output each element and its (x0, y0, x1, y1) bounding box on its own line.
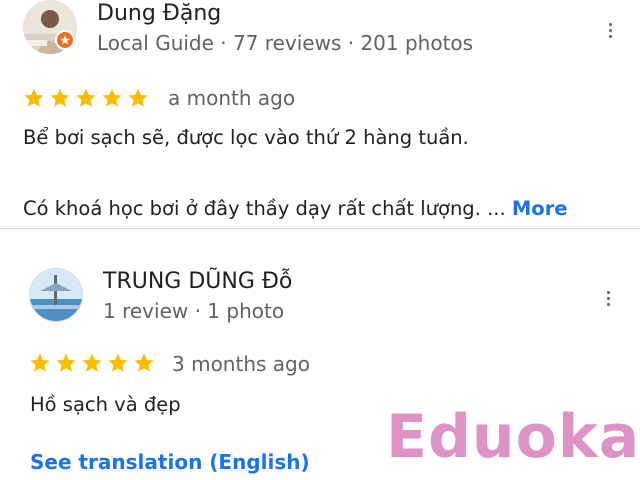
review-card: Dung Đặng Local Guide · 77 reviews · 201… (0, 0, 640, 228)
avatar[interactable] (29, 268, 83, 322)
reviewer-name[interactable]: Dung Đặng (97, 1, 221, 26)
star-icon (108, 353, 128, 372)
star-icon (76, 88, 96, 107)
reviewer-meta: 1 review · 1 photo (103, 299, 285, 323)
review-card: TRUNG DŨNG Đỗ 1 review · 1 photo 3 month… (0, 229, 640, 480)
star-icon (56, 353, 76, 372)
review-time: a month ago (168, 86, 296, 110)
star-rating (23, 87, 149, 109)
star-icon (24, 88, 44, 107)
review-text-excerpt: Có khoá học bơi ở đây thầy dạy rất chất … (23, 197, 506, 220)
see-translation-link[interactable]: See translation (English) (30, 450, 310, 474)
review-text: Bể bơi sạch sẽ, được lọc vào thứ 2 hàng … (23, 126, 469, 149)
reviewer-meta: Local Guide · 77 reviews · 201 photos (97, 31, 474, 55)
reviewer-name[interactable]: TRUNG DŨNG Đỗ (103, 269, 292, 294)
more-options-icon[interactable] (605, 20, 615, 40)
star-icon (102, 88, 122, 107)
star-icon (30, 353, 50, 372)
star-icon (128, 88, 148, 107)
more-link[interactable]: More (512, 197, 568, 220)
review-text-continued: Có khoá học bơi ở đây thầy dạy rất chất … (23, 197, 568, 220)
star-rating (29, 352, 155, 374)
review-time: 3 months ago (172, 352, 310, 376)
more-options-icon[interactable] (603, 288, 613, 308)
star-icon (82, 353, 102, 372)
review-text: Hồ sạch và đẹp (30, 393, 181, 416)
star-icon (50, 88, 70, 107)
watermark-logo: Eduoka (386, 402, 640, 472)
local-guide-badge-icon (55, 30, 75, 50)
star-icon (134, 353, 154, 372)
